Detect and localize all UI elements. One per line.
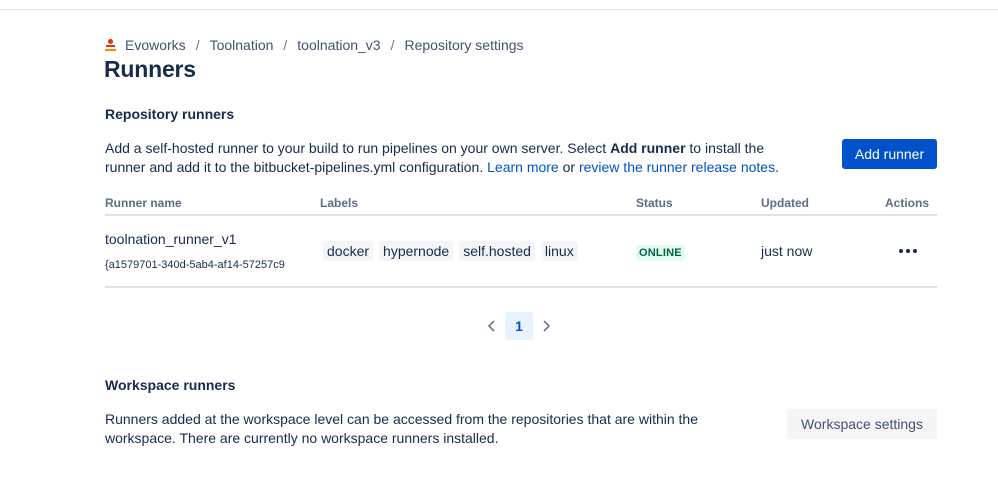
add-runner-emphasis: Add runner [610,140,686,156]
breadcrumb-repository[interactable]: toolnation_v3 [297,37,380,53]
chevron-right-icon[interactable] [534,312,558,340]
column-header-actions: Actions [885,196,930,210]
breadcrumb-separator: / [195,37,200,53]
pagination-page-current[interactable]: 1 [505,312,533,340]
runner-labels: docker hypernode self.hosted linux [323,241,578,261]
release-notes-link[interactable]: review the runner release notes [579,159,775,175]
workspace-settings-button[interactable]: Workspace settings [787,409,937,439]
column-header-updated[interactable]: Updated [761,196,809,210]
status-badge: ONLINE [636,245,685,261]
label-chip: hypernode [379,241,454,261]
learn-more-link[interactable]: Learn more [487,159,559,175]
runner-name: toolnation_runner_v1 [105,231,237,247]
more-horizontal-icon[interactable] [894,241,922,261]
workspace-logo-icon [105,39,116,51]
column-header-runner-name[interactable]: Runner name [105,196,182,210]
workspace-runners-heading: Workspace runners [105,377,236,393]
runner-uuid: {a1579701-340d-5ab4-af14-57257c9 [105,259,285,271]
column-header-labels: Labels [320,196,359,210]
breadcrumb-repository-settings[interactable]: Repository settings [404,37,523,53]
runner-updated: just now [761,243,813,259]
label-chip: self.hosted [459,241,535,261]
workspace-runners-description: Runners added at the workspace level can… [105,411,698,446]
chevron-left-icon[interactable] [480,312,504,340]
label-chip: linux [540,241,578,261]
page-title: Runners [104,56,196,82]
repository-runners-description: Add a self-hosted runner to your build t… [105,140,779,175]
label-chip: docker [323,241,374,261]
table-header-divider [105,214,937,216]
table-row-divider [105,286,937,288]
repository-runners-heading: Repository runners [105,106,235,122]
breadcrumb-workspace[interactable]: Evoworks [125,37,186,53]
breadcrumb: Evoworks / Toolnation / toolnation_v3 / … [105,36,524,54]
add-runner-button[interactable]: Add runner [842,139,937,169]
column-header-status[interactable]: Status [636,196,673,210]
top-divider [0,9,998,10]
breadcrumb-separator: / [390,37,395,53]
breadcrumb-project[interactable]: Toolnation [210,37,274,53]
breadcrumb-separator: / [283,37,288,53]
pagination: 1 [480,312,558,340]
